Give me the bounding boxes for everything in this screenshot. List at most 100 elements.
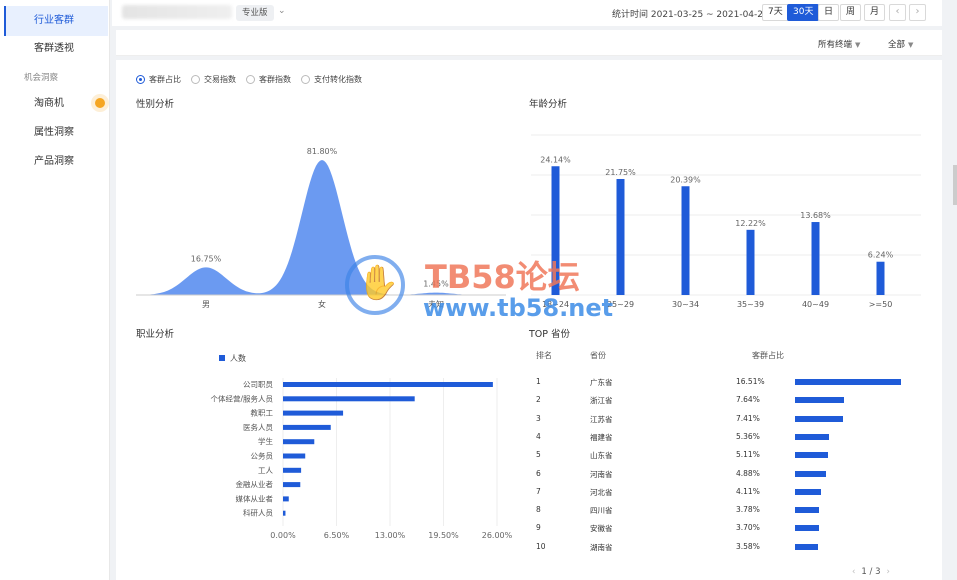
terminal-filter-label: 所有终端 <box>818 40 853 50</box>
province-name: 山东省 <box>590 451 613 461</box>
radio-icon <box>301 75 310 84</box>
province-share: 4.88% <box>736 468 760 478</box>
range-7d-button[interactable]: 7天 <box>762 4 789 21</box>
gender-category-label: 男 <box>202 300 210 309</box>
province-rank: 9 <box>536 523 541 533</box>
range-day-button[interactable]: 日 <box>818 4 840 21</box>
gender-category-label: 女 <box>318 299 326 309</box>
age-bar <box>551 166 560 295</box>
range-month-button[interactable]: 月 <box>864 4 886 21</box>
province-row: 7 河北省 4.11% <box>536 483 916 501</box>
province-row: 3 江苏省 7.41% <box>536 410 916 428</box>
metric-radio-conversion[interactable]: 支付转化指数 <box>301 74 362 85</box>
province-share-bar <box>795 379 901 385</box>
age-value-label: 12.22% <box>735 219 766 228</box>
metric-radio-label: 客群占比 <box>149 75 181 84</box>
next-period-button[interactable]: › <box>909 4 926 21</box>
province-col-rank: 排名 <box>536 351 552 360</box>
age-value-label: 13.68% <box>800 211 831 220</box>
gender-value-label: 1.45% <box>423 280 449 289</box>
sidebar-item-product-insight[interactable]: 产品洞察 <box>4 147 108 177</box>
province-share: 7.41% <box>736 413 760 423</box>
province-name: 浙江省 <box>590 396 613 406</box>
metric-radio-customer-index[interactable]: 客群指数 <box>246 74 291 85</box>
province-share-bar <box>795 543 818 550</box>
age-category-label: 30~34 <box>672 300 699 309</box>
occupation-tick-label: 19.50% <box>428 531 459 540</box>
province-name: 安徽省 <box>590 524 613 534</box>
province-share-bar <box>795 470 827 477</box>
province-share: 3.78% <box>736 505 760 515</box>
province-share: 3.70% <box>736 523 760 533</box>
age-category-label: 25~29 <box>607 300 634 309</box>
age-section-title: 年龄分析 <box>529 99 568 110</box>
terminal-filter-dropdown[interactable]: 所有终端 ▼ <box>818 38 860 50</box>
province-row: 4 福建省 5.36% <box>536 428 916 446</box>
province-row: 5 山东省 5.11% <box>536 446 916 464</box>
scrollbar-thumb[interactable] <box>953 165 957 205</box>
caret-down-icon: ▼ <box>855 41 861 49</box>
chevron-down-icon[interactable]: ⌄ <box>278 6 286 16</box>
occupation-bar <box>283 467 302 473</box>
province-share-bar <box>795 507 820 514</box>
pager: ‹ 1 / 3 › <box>846 567 896 577</box>
province-share-bar <box>795 397 845 404</box>
occupation-category-label: 学生 <box>258 436 273 446</box>
metric-radio-trade[interactable]: 交易指数 <box>191 74 236 85</box>
pager-next-button[interactable]: › <box>887 567 890 577</box>
version-badge[interactable]: 专业版 <box>236 5 274 21</box>
province-rank: 7 <box>536 486 541 496</box>
sidebar-item-industry-customers[interactable]: 行业客群 <box>4 6 108 36</box>
pager-prev-button[interactable]: ‹ <box>852 567 855 577</box>
age-chart: 24.14% 18~24 21.75% 25~29 20.39% 30~34 12.22% 3… <box>531 134 921 309</box>
gender-area <box>136 160 506 295</box>
province-share: 5.11% <box>736 450 760 460</box>
prev-period-button[interactable]: ‹ <box>889 4 906 21</box>
occupation-bar <box>283 496 289 502</box>
filter-row: 所有终端 ▼ 全部 ▼ <box>116 30 942 56</box>
province-row: 2 浙江省 7.64% <box>536 391 916 409</box>
province-share: 7.64% <box>736 395 760 405</box>
occupation-tick-label: 13.00% <box>375 531 406 540</box>
occupation-category-label: 医务人员 <box>243 422 273 432</box>
sidebar-item-attribute-insight[interactable]: 属性洞察 <box>4 118 108 148</box>
right-scroll-edge <box>942 0 957 580</box>
sidebar-item-opportunity[interactable]: 淘商机 <box>4 89 108 119</box>
gender-value-label: 16.75% <box>191 254 222 263</box>
pager-separator: / <box>869 567 873 577</box>
age-category-label: 18~24 <box>542 300 569 309</box>
age-bar <box>811 222 820 295</box>
province-col-share: 客群占比 <box>752 351 784 360</box>
app-root: 行业客群 客群透视 机会洞察 淘商机 属性洞察 产品洞察 专业版 ⌄ 统计时间 … <box>0 0 957 580</box>
metric-radio-label: 交易指数 <box>204 75 236 84</box>
province-share-bar <box>795 415 843 422</box>
age-category-label: 35~39 <box>737 300 764 309</box>
province-row: 1 广东省 16.51% <box>536 373 916 391</box>
range-week-button[interactable]: 周 <box>840 4 862 21</box>
range-30d-button[interactable]: 30天 <box>787 4 820 21</box>
occupation-category-label: 科研人员 <box>243 508 273 518</box>
sidebar-item-customer-insight[interactable]: 客群透视 <box>4 34 108 64</box>
metric-radio-share[interactable]: 客群占比 <box>136 74 181 85</box>
province-col-name: 省份 <box>590 351 606 360</box>
occupation-category-label: 公务员 <box>251 451 274 461</box>
metric-radio-label: 客群指数 <box>259 75 291 84</box>
province-rank: 10 <box>536 541 546 551</box>
province-name: 河南省 <box>590 469 613 479</box>
province-name: 广东省 <box>590 378 613 387</box>
province-rank: 2 <box>536 395 541 405</box>
metric-radio-group: 客群占比 交易指数 客群指数 支付转化指数 <box>136 74 362 85</box>
scope-filter-dropdown[interactable]: 全部 ▼ <box>888 38 913 50</box>
occupation-legend-swatch <box>219 355 225 361</box>
province-rank: 3 <box>536 413 541 423</box>
province-name: 江苏省 <box>590 414 613 424</box>
occupation-bar <box>283 510 286 516</box>
occupation-bar <box>283 482 301 488</box>
occupation-category-label: 媒体从业者 <box>236 493 274 503</box>
pager-total: 3 <box>875 567 881 577</box>
province-share: 16.51% <box>736 377 765 386</box>
occupation-bar <box>283 396 415 402</box>
occupation-category-label: 金融从业者 <box>236 479 274 489</box>
province-name: 福建省 <box>590 432 613 442</box>
age-value-label: 20.39% <box>670 175 701 184</box>
